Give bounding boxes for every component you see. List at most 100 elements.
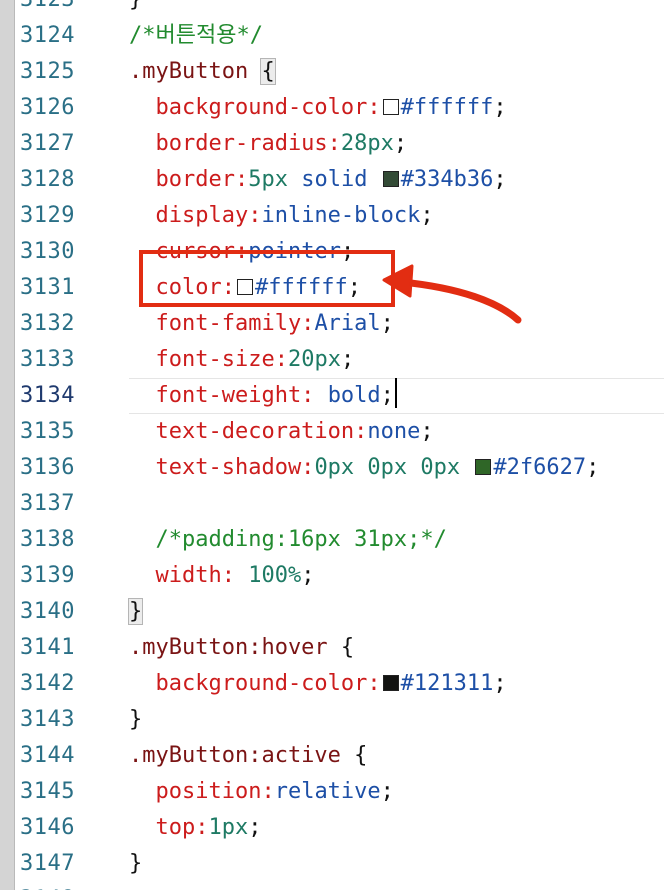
- line-number: 3137: [20, 491, 75, 516]
- code-token: text-shadow:: [129, 455, 315, 480]
- line-code[interactable]: background-color: #ffffff;: [129, 90, 507, 126]
- line-code[interactable]: .myButton {: [129, 54, 276, 90]
- code-line[interactable]: 3138 /*padding:16px 31px;*/: [15, 522, 664, 558]
- line-code[interactable]: font-weight: bold;: [129, 378, 397, 414]
- code-token: font-size:: [129, 347, 288, 372]
- line-code[interactable]: /*버튼적용*/: [129, 18, 263, 54]
- code-line[interactable]: 3140}: [15, 594, 664, 630]
- code-line[interactable]: 3133 font-size:20px;: [15, 342, 664, 378]
- line-code[interactable]: .myButton:active {: [129, 738, 367, 774]
- line-code[interactable]: width: 100%;: [129, 558, 314, 594]
- code-token: top:: [129, 815, 209, 840]
- code-line[interactable]: 3132 font-family:Arial;: [15, 306, 664, 342]
- line-code[interactable]: /*padding:16px 31px;*/: [129, 522, 447, 558]
- code-line[interactable]: 3135 text-decoration:none;: [15, 414, 664, 450]
- line-number: 3139: [20, 563, 75, 588]
- code-line[interactable]: 3129 display:inline-block;: [15, 198, 664, 234]
- line-number: 3126: [20, 95, 75, 120]
- line-code[interactable]: border-radius:28px;: [129, 126, 407, 162]
- line-number: 3124: [20, 23, 75, 48]
- line-code[interactable]: text-decoration:none;: [129, 414, 433, 450]
- code-token: /*버튼적용*/: [129, 23, 263, 48]
- code-token: /*padding:16px 31px;*/: [129, 527, 447, 552]
- code-token: ;: [493, 95, 507, 120]
- color-swatch-icon: [236, 279, 253, 295]
- code-token: inline-block: [261, 203, 421, 228]
- line-code[interactable]: top:1px;: [129, 810, 261, 846]
- code-line[interactable]: 3123}: [15, 0, 664, 18]
- code-token: ;: [380, 383, 394, 408]
- code-token: position:: [129, 779, 275, 804]
- code-line[interactable]: 3141 .myButton:hover {: [15, 630, 664, 666]
- code-token: none: [367, 419, 421, 444]
- line-number: 3128: [20, 167, 75, 192]
- line-code[interactable]: display:inline-block;: [129, 198, 434, 234]
- code-line[interactable]: 3126 background-color: #ffffff;: [15, 90, 664, 126]
- code-token: }: [127, 598, 144, 625]
- line-code[interactable]: }: [129, 0, 142, 18]
- line-code[interactable]: font-family:Arial;: [129, 306, 394, 342]
- code-token: cursor:: [129, 239, 249, 264]
- code-token: }: [129, 851, 143, 876]
- line-number: 3129: [20, 203, 75, 228]
- code-line[interactable]: 3139 width: 100%;: [15, 558, 664, 594]
- code-token: ;: [340, 347, 355, 372]
- code-token: background-color:: [129, 671, 381, 696]
- code-token: ;: [420, 203, 434, 228]
- code-token: }: [129, 0, 142, 12]
- code-token: 20px: [287, 347, 341, 372]
- code-token: #ffffff: [400, 95, 494, 120]
- code-line[interactable]: 3130 cursor:pointer;: [15, 234, 664, 270]
- code-editor[interactable]: 3123}3124/*버튼적용*/3125.myButton {3126 bac…: [14, 0, 664, 890]
- line-code[interactable]: font-size:20px;: [129, 342, 354, 378]
- code-token: relative: [274, 779, 381, 804]
- code-line[interactable]: 3143}: [15, 702, 664, 738]
- code-line[interactable]: 3148: [15, 882, 664, 890]
- code-line[interactable]: 3146 top:1px;: [15, 810, 664, 846]
- code-line[interactable]: 3147}: [15, 846, 664, 882]
- line-code[interactable]: background-color: #121311;: [129, 666, 506, 702]
- code-token: ;: [393, 131, 408, 156]
- line-code[interactable]: }: [129, 702, 142, 738]
- code-token: #121311: [400, 671, 494, 696]
- code-line[interactable]: 3127 border-radius:28px;: [15, 126, 664, 162]
- code-token: {: [340, 635, 355, 660]
- code-token: ;: [380, 311, 394, 336]
- line-number: 3136: [20, 455, 75, 480]
- line-number: 3135: [20, 419, 75, 444]
- code-line[interactable]: 3134 font-weight: bold;: [15, 378, 664, 414]
- code-token: ;: [586, 455, 600, 480]
- line-code[interactable]: }: [127, 594, 144, 630]
- code-line[interactable]: 3142 background-color: #121311;: [15, 666, 664, 702]
- line-number: 3130: [20, 239, 75, 264]
- code-line[interactable]: 3125 .myButton {: [15, 54, 664, 90]
- line-code[interactable]: .myButton:hover {: [129, 630, 354, 666]
- line-code[interactable]: text-shadow:0px 0px 0px #2f6627;: [129, 450, 599, 486]
- line-code[interactable]: position:relative;: [129, 774, 393, 810]
- code-token: background-color:: [129, 95, 381, 120]
- code-token: font-weight:: [129, 383, 328, 408]
- code-token: pointer: [248, 239, 341, 264]
- line-number: 3143: [20, 707, 75, 732]
- line-number: 3148: [20, 882, 90, 890]
- line-number: 3138: [20, 527, 75, 552]
- line-number: 3133: [20, 347, 75, 372]
- code-line[interactable]: 3131 color: #ffffff;: [15, 270, 664, 306]
- line-code[interactable]: cursor:pointer;: [129, 234, 354, 270]
- code-token: width:: [129, 563, 249, 588]
- line-code[interactable]: border:5px solid #334b36;: [129, 162, 506, 198]
- code-token: display:: [129, 203, 262, 228]
- code-line[interactable]: 3136 text-shadow:0px 0px 0px #2f6627;: [15, 450, 664, 486]
- code-line[interactable]: 3145 position:relative;: [15, 774, 664, 810]
- code-line[interactable]: 3144 .myButton:active {: [15, 738, 664, 774]
- code-token: 1px: [208, 815, 249, 840]
- code-token: ;: [301, 563, 315, 588]
- line-number: 3146: [20, 815, 75, 840]
- line-code[interactable]: color: #ffffff;: [129, 270, 360, 306]
- code-line[interactable]: 3124 /*버튼적용*/: [15, 18, 664, 54]
- code-line[interactable]: 3137: [15, 486, 664, 522]
- code-token: color:: [129, 275, 235, 300]
- line-number: 3142: [20, 671, 75, 696]
- line-code[interactable]: }: [129, 846, 142, 882]
- code-line[interactable]: 3128 border:5px solid #334b36;: [15, 162, 664, 198]
